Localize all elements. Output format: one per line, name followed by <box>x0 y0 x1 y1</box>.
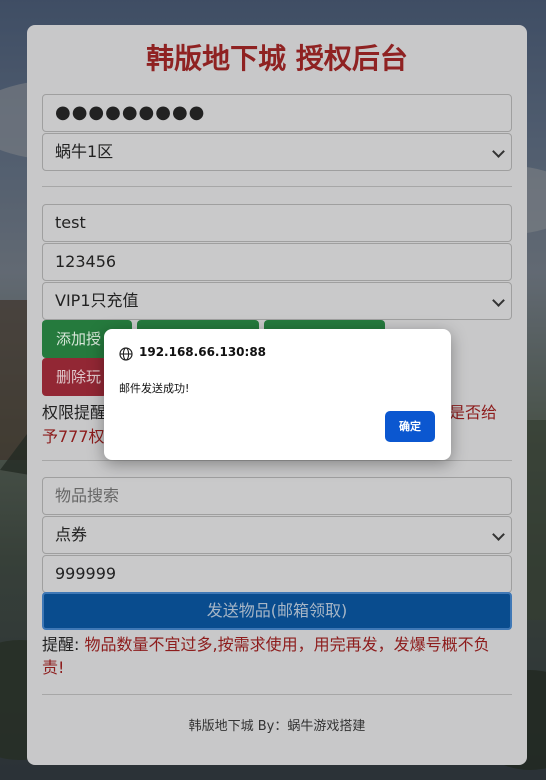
vip-select[interactable]: VIP1只充值 <box>42 282 512 320</box>
divider <box>42 186 512 187</box>
divider <box>42 460 512 461</box>
password-field[interactable]: ●●●●●●●●● <box>42 94 512 132</box>
chevron-down-icon <box>492 145 505 158</box>
role-id-value: 123456 <box>55 252 117 271</box>
delete-player-label: 删除玩 <box>56 368 102 386</box>
item-search-placeholder: 物品搜索 <box>55 486 120 505</box>
usage-notice: 提醒: 物品数量不宜过多,按需求使用，用完再发，发爆号概不负责! <box>42 633 507 679</box>
account-value: test <box>55 213 86 232</box>
globe-icon <box>119 346 133 365</box>
currency-selected-value: 点券 <box>55 525 88 544</box>
delete-player-button[interactable]: 删除玩 <box>42 358 107 396</box>
server-selected-value: 蜗牛1区 <box>55 142 114 161</box>
usage-notice-text: 物品数量不宜过多,按需求使用，用完再发，发爆号概不负责! <box>42 635 490 677</box>
add-auth-label: 添加授 <box>56 330 102 348</box>
server-select[interactable]: 蜗牛1区 <box>42 133 512 171</box>
item-search-input[interactable]: 物品搜索 <box>42 477 512 515</box>
footer-credit: 韩版地下城 By：蜗牛游戏搭建 <box>188 719 366 734</box>
quantity-value: 999999 <box>55 564 117 583</box>
chevron-down-icon <box>492 528 505 541</box>
role-id-field[interactable]: 123456 <box>42 243 512 281</box>
permission-notice-tail: 是否给 <box>449 403 498 422</box>
alert-dialog: 192.168.66.130:88 邮件发送成功! 确定 <box>104 329 451 460</box>
dialog-origin: 192.168.66.130:88 <box>139 345 267 359</box>
quantity-field[interactable]: 999999 <box>42 555 512 593</box>
dialog-message: 邮件发送成功! <box>119 382 190 395</box>
permission-notice-line1: 权限提醒 <box>42 399 106 423</box>
divider <box>42 694 512 695</box>
account-field[interactable]: test <box>42 204 512 242</box>
page-title: 韩版地下城 授权后台 <box>146 42 408 75</box>
currency-select[interactable]: 点券 <box>42 516 512 554</box>
usage-notice-label: 提醒: <box>42 635 80 654</box>
permission-notice-line2: 予777权 <box>42 427 105 446</box>
password-value: ●●●●●●●●● <box>55 102 206 123</box>
chevron-down-icon <box>492 294 505 307</box>
vip-selected-value: VIP1只充值 <box>55 291 139 310</box>
ok-button[interactable]: 确定 <box>385 411 435 442</box>
send-item-label: 发送物品(邮箱领取) <box>206 601 348 620</box>
send-item-button[interactable]: 发送物品(邮箱领取) <box>42 592 512 630</box>
permission-notice-label: 权限提醒 <box>42 403 107 422</box>
